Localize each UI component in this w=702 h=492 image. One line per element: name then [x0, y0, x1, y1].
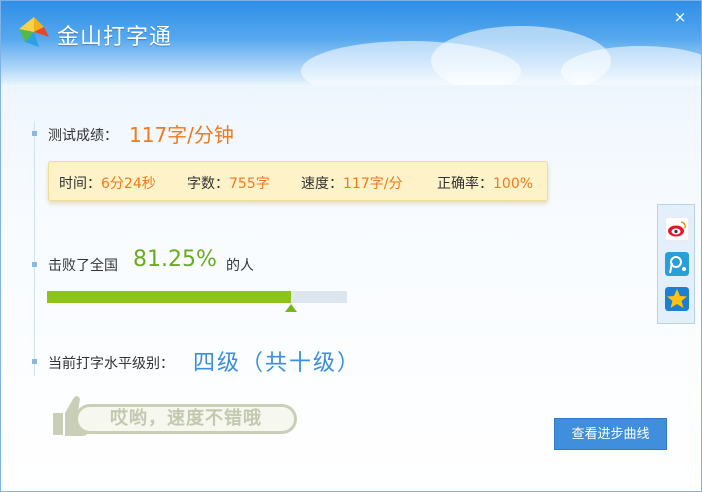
- stat-accuracy-label: 正确率：: [437, 176, 493, 192]
- stat-accuracy-value: 100%: [493, 176, 534, 192]
- stats-panel: 时间：6分24秒 字数：755字 速度：117字/分 正确率：100%: [48, 161, 548, 201]
- level-label: 当前打字水平级别：: [48, 356, 174, 372]
- progress-marker-icon: [285, 304, 297, 312]
- view-progress-curve-button[interactable]: 查看进步曲线: [554, 418, 667, 450]
- close-button[interactable]: ×: [671, 9, 689, 25]
- beat-progress-fill: [47, 291, 291, 303]
- stat-chars-value: 755字: [229, 176, 270, 192]
- beat-percent: 81.25%: [133, 247, 217, 272]
- score-label: 测试成绩：: [48, 128, 118, 144]
- stat-time-value: 6分24秒: [101, 176, 156, 192]
- stat-time: 时间：6分24秒: [59, 173, 156, 193]
- beat-suffix: 的人: [226, 258, 254, 274]
- stat-speed-label: 速度：: [301, 176, 343, 192]
- weibo-icon[interactable]: [665, 217, 689, 241]
- bullet-marker: [32, 359, 37, 364]
- bullet-marker: [32, 131, 37, 136]
- stat-chars-label: 字数：: [187, 176, 229, 192]
- app-logo-icon: [19, 17, 49, 47]
- bullet-marker: [32, 262, 37, 267]
- beat-label: 击败了全国: [48, 258, 118, 274]
- score-value: 117字/分钟: [129, 123, 234, 147]
- result-window: 金山打字通 × 测试成绩： 117字/分钟 时间：6分24秒 字数：755字 速…: [0, 0, 702, 492]
- qzone-icon[interactable]: [665, 287, 689, 311]
- level-value: 四级（共十级）: [193, 351, 362, 376]
- stat-accuracy: 正确率：100%: [437, 173, 533, 193]
- title-bar: 金山打字通 ×: [1, 1, 701, 101]
- stat-chars: 字数：755字: [187, 173, 270, 193]
- app-title: 金山打字通: [57, 25, 173, 50]
- share-panel: [657, 204, 695, 324]
- encouragement-stamp: 哎哟，速度不错哦: [75, 404, 297, 434]
- tencent-weibo-icon[interactable]: [665, 252, 689, 276]
- timeline-divider: [34, 121, 35, 376]
- beat-progress-bar: [47, 291, 347, 303]
- stat-time-label: 时间：: [59, 176, 101, 192]
- stat-speed-value: 117字/分: [343, 176, 403, 192]
- stat-speed: 速度：117字/分: [301, 173, 402, 193]
